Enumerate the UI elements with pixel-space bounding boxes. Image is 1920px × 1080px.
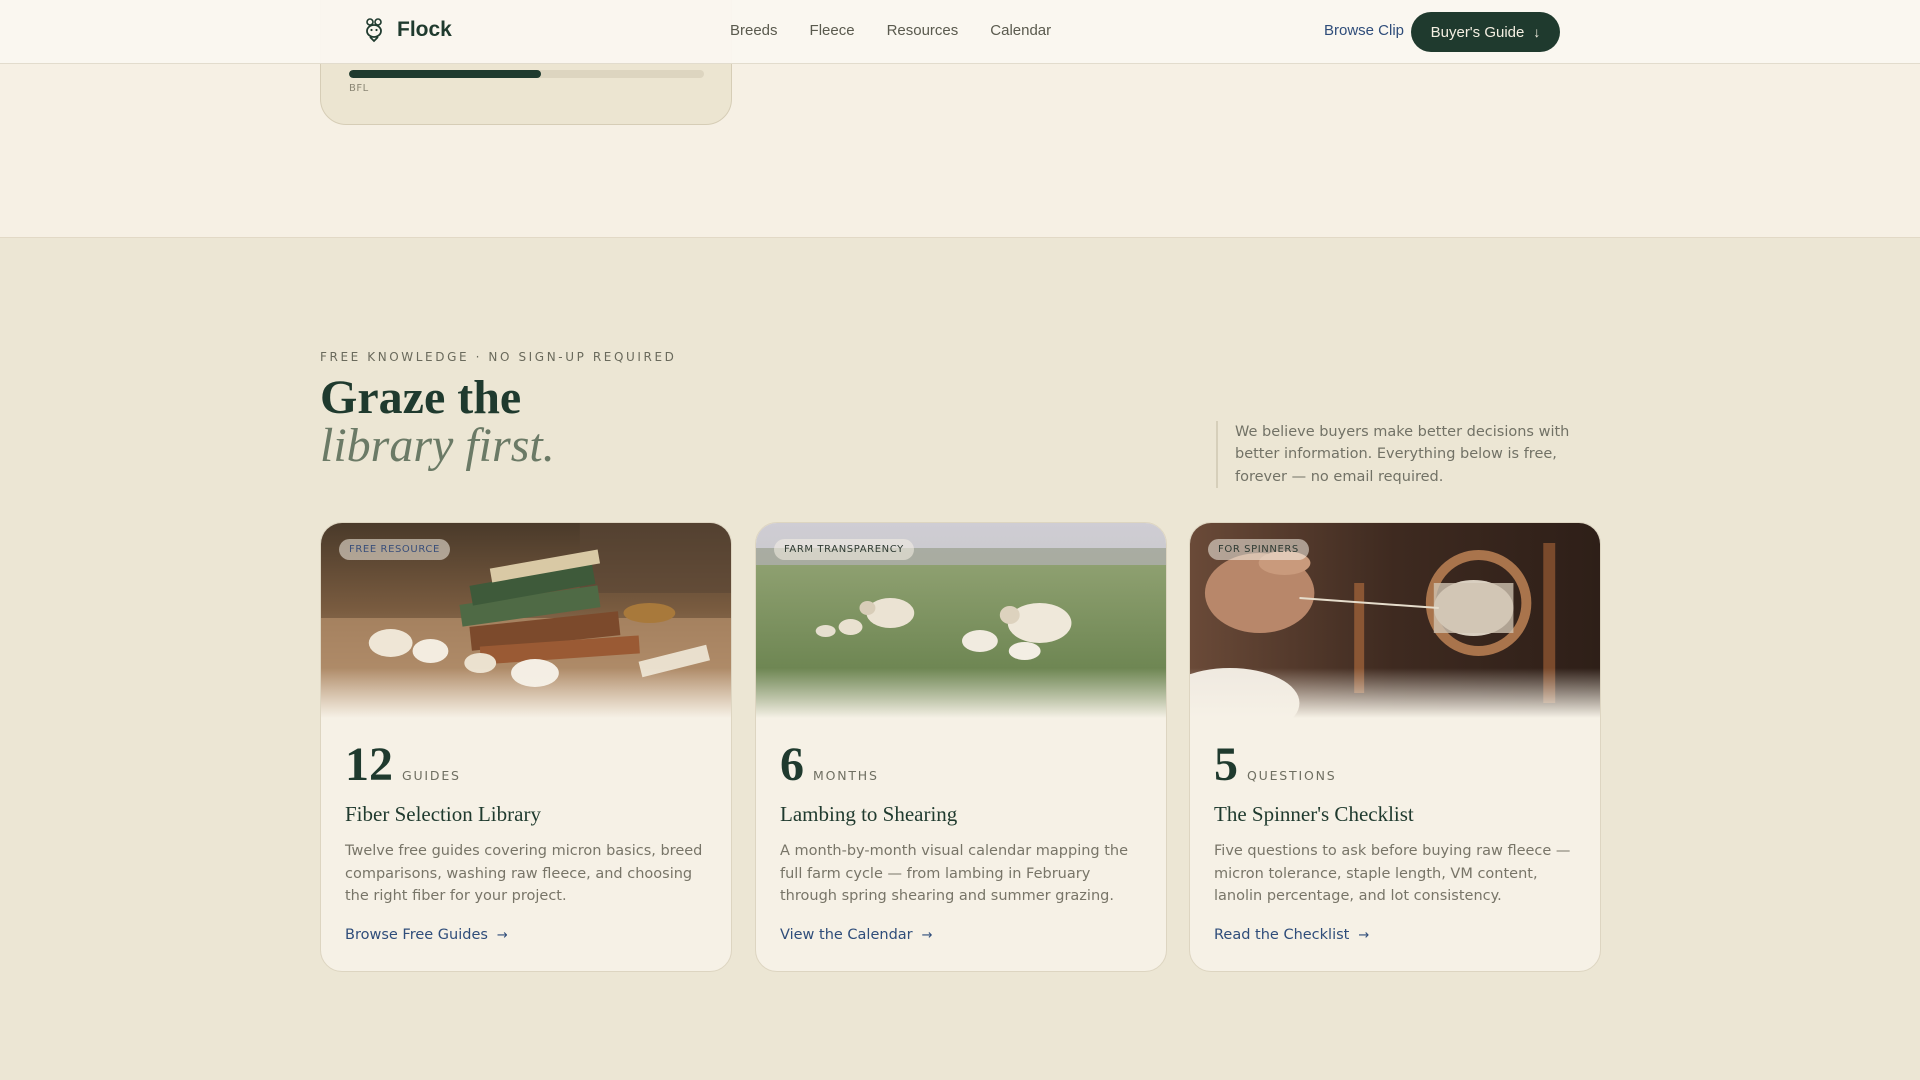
card-description: Five questions to ask before buying raw … — [1214, 843, 1571, 904]
breed-label: BFL — [349, 83, 369, 94]
sheep-icon — [363, 17, 385, 43]
stat-unit: MONTHS — [813, 768, 879, 783]
section-eyebrow: FREE KNOWLEDGE · NO SIGN-UP REQUIRED — [320, 350, 677, 364]
stat-unit: GUIDES — [402, 768, 461, 783]
logo-text: Flock — [397, 18, 452, 41]
resource-card-spinners-checklist: FOR SPINNERS 5 QUESTIONS The Spinner's C… — [1189, 522, 1601, 972]
arrow-right-icon: → — [921, 927, 933, 943]
micron-progress-track — [349, 70, 704, 78]
view-calendar-link[interactable]: View the Calendar → — [780, 927, 933, 943]
card-title: Lambing to Shearing — [780, 802, 958, 826]
image-fade — [1190, 668, 1600, 718]
card-title: Fiber Selection Library — [345, 802, 541, 826]
main-nav: Breeds Fleece Resources Calendar — [730, 22, 1083, 39]
card-stat: 5 QUESTIONS — [1214, 741, 1336, 789]
image-fade — [756, 668, 1166, 718]
buyers-guide-button[interactable]: Buyer's Guide ↓ — [1411, 12, 1560, 52]
section-heading: Graze the library first. — [320, 374, 555, 470]
arrow-right-icon: → — [1358, 927, 1370, 943]
stat-number: 12 — [345, 738, 393, 791]
card-tag: FREE RESOURCE — [339, 539, 450, 560]
card-stat: 6 MONTHS — [780, 741, 879, 789]
micron-progress-fill — [349, 70, 541, 78]
nav-calendar[interactable]: Calendar — [990, 22, 1051, 39]
card-tag: FOR SPINNERS — [1208, 539, 1309, 560]
arrow-down-icon: ↓ — [1533, 24, 1541, 40]
resource-card-calendar: FARM TRANSPARENCY 6 MONTHS Lambing to Sh… — [755, 522, 1167, 972]
resource-card-fiber-library: FREE RESOURCE 12 GUIDES Fiber Selection … — [320, 522, 732, 972]
card-description: A month-by-month visual calendar mapping… — [780, 843, 1129, 904]
read-checklist-link[interactable]: Read the Checklist → — [1214, 927, 1369, 943]
card-title: The Spinner's Checklist — [1214, 802, 1414, 826]
link-label: Browse Free Guides — [345, 927, 488, 943]
stat-number: 6 — [780, 738, 804, 791]
site-header: Flock Breeds Fleece Resources Calendar B… — [0, 0, 1920, 64]
heading-line-1: Graze the — [320, 371, 522, 424]
logo[interactable]: Flock — [363, 17, 452, 43]
browse-clip-link[interactable]: Browse Clip — [1324, 22, 1404, 39]
image-fade — [321, 668, 731, 718]
heading-line-2: library first. — [320, 419, 555, 472]
stat-number: 5 — [1214, 738, 1238, 791]
stat-unit: QUESTIONS — [1247, 768, 1337, 783]
arrow-right-icon: → — [496, 927, 508, 943]
nav-resources[interactable]: Resources — [887, 22, 959, 39]
buyers-guide-label: Buyer's Guide — [1430, 23, 1525, 41]
nav-fleece[interactable]: Fleece — [810, 22, 855, 39]
card-stat: 12 GUIDES — [345, 741, 461, 789]
nav-breeds[interactable]: Breeds — [730, 22, 778, 39]
card-tag: FARM TRANSPARENCY — [774, 539, 914, 560]
browse-free-guides-link[interactable]: Browse Free Guides → — [345, 927, 508, 943]
link-label: Read the Checklist — [1214, 927, 1350, 943]
link-label: View the Calendar — [780, 927, 913, 943]
section-intro: We believe buyers make better decisions … — [1216, 420, 1600, 488]
library-section: FREE KNOWLEDGE · NO SIGN-UP REQUIRED Gra… — [0, 238, 1920, 1080]
card-description: Twelve free guides covering micron basic… — [345, 843, 703, 904]
